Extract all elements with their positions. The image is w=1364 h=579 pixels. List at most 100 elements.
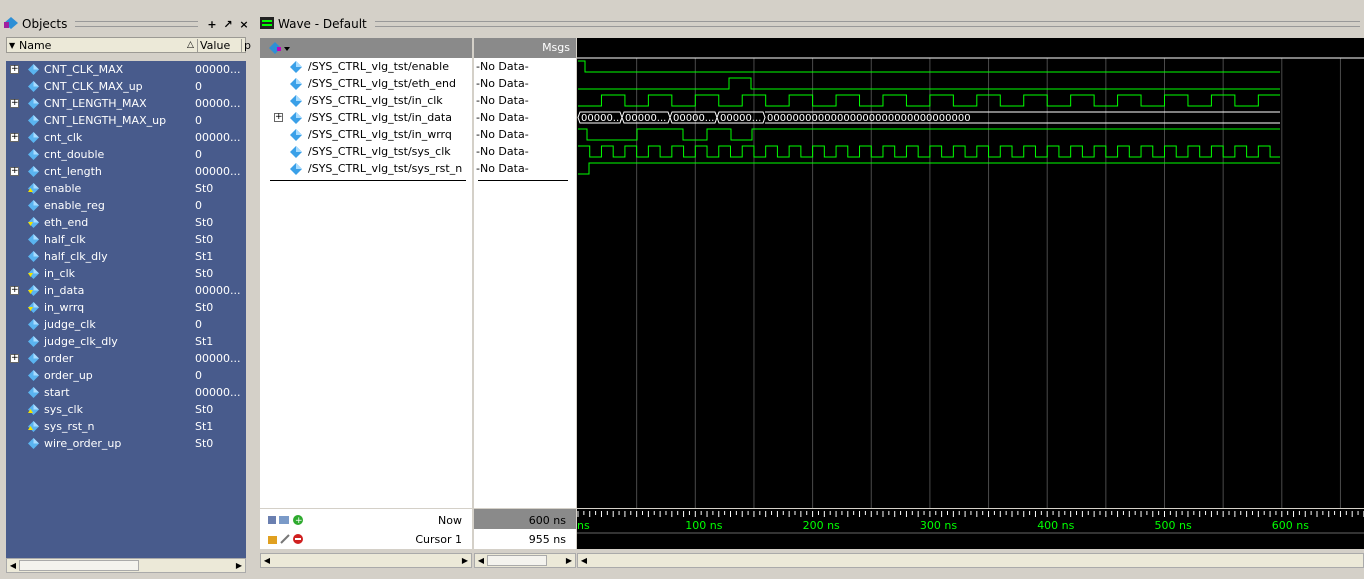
object-row[interactable]: judge_clk_dly St1	[6, 333, 246, 350]
timeline[interactable]: ns 100 ns 200 ns 300 ns 400 ns 500 ns 600 ns	[577, 509, 1364, 549]
object-row[interactable]: eth_end St0	[6, 214, 246, 231]
reg-icon	[28, 336, 39, 347]
object-row[interactable]: CNT_CLK_MAX_up 0	[6, 78, 246, 95]
object-row[interactable]: enable St0	[6, 180, 246, 197]
object-row[interactable]: order_up 0	[6, 367, 246, 384]
wave-window-icon	[260, 16, 274, 32]
object-row[interactable]: half_clk St0	[6, 231, 246, 248]
wave-layers-icon[interactable]	[268, 41, 290, 58]
column-name[interactable]: Name	[19, 39, 51, 52]
expand-icon[interactable]: +	[10, 354, 19, 363]
object-row[interactable]: + cnt_length 00000...	[6, 163, 246, 180]
sort-arrow-icon[interactable]: ▼	[9, 41, 15, 50]
expand-icon[interactable]: +	[10, 133, 19, 142]
wave-in-clk	[578, 94, 1280, 107]
object-row[interactable]: sys_rst_n St1	[6, 418, 246, 435]
scroll-right-icon[interactable]: ▶	[233, 561, 245, 570]
object-value: St1	[195, 250, 214, 263]
param-icon	[28, 64, 39, 75]
wave-hscrollbar[interactable]: ◀	[577, 553, 1364, 568]
signal-row[interactable]: /SYS_CTRL_vlg_tst/sys_rst_n	[260, 160, 472, 177]
bus-value: 00000...	[625, 113, 666, 124]
object-value: St0	[195, 403, 214, 416]
scroll-thumb[interactable]	[19, 560, 139, 571]
wave-titlebar[interactable]: Wave - Default	[256, 15, 1364, 33]
signal-row[interactable]: /SYS_CTRL_vlg_tst/in_clk	[260, 92, 472, 109]
object-name: CNT_CLK_MAX	[44, 63, 124, 76]
scroll-thumb[interactable]	[487, 555, 547, 566]
expand-icon[interactable]: +	[10, 65, 19, 74]
cursor-toolbar-icons[interactable]	[268, 533, 308, 548]
scroll-left-icon[interactable]: ◀	[578, 556, 590, 565]
drag-grip[interactable]	[75, 21, 198, 27]
now-cursor-labels: + Now Cursor 1	[260, 509, 472, 549]
expand-icon[interactable]: +	[10, 167, 19, 176]
signal-row[interactable]: /SYS_CTRL_vlg_tst/eth_end	[260, 75, 472, 92]
wave-title: Wave - Default	[278, 17, 367, 31]
timeline-ruler[interactable]: ns 100 ns 200 ns 300 ns 400 ns 500 ns 600 ns	[577, 509, 1364, 549]
cursor-value[interactable]: 955 ns	[529, 533, 566, 546]
object-row[interactable]: wire_order_up St0	[6, 435, 246, 452]
reg-icon	[28, 200, 39, 211]
expand-icon[interactable]: +	[274, 113, 283, 122]
object-row[interactable]: + CNT_LENGTH_MAX 00000...	[6, 95, 246, 112]
object-row[interactable]: CNT_LENGTH_MAX_up 0	[6, 112, 246, 129]
object-value: 0	[195, 114, 202, 127]
bus-value: 00000...	[673, 113, 714, 124]
object-row[interactable]: start 00000...	[6, 384, 246, 401]
object-row[interactable]: + order 00000...	[6, 350, 246, 367]
object-value: 00000...	[195, 165, 241, 178]
waveform-pane[interactable]: 00000... 00000... 00000... 00000... 00000000…	[577, 38, 1364, 508]
signal-path: /SYS_CTRL_vlg_tst/sys_clk	[308, 145, 451, 158]
input-icon	[28, 183, 39, 194]
input-icon	[28, 421, 39, 432]
signal-msg: -No Data-	[476, 94, 529, 107]
wave-enable	[578, 60, 1280, 73]
signal-row[interactable]: + /SYS_CTRL_vlg_tst/in_data	[260, 109, 472, 126]
signal-msg: -No Data-	[476, 128, 529, 141]
object-name: sys_clk	[44, 403, 83, 416]
scroll-right-icon[interactable]: ▶	[459, 556, 471, 565]
waveform-canvas[interactable]: 00000... 00000... 00000... 00000... 00000000…	[577, 38, 1364, 508]
reg-icon	[28, 251, 39, 262]
now-toolbar-icons[interactable]: +	[268, 514, 308, 529]
scroll-left-icon[interactable]: ◀	[7, 561, 19, 570]
add-icon[interactable]: +	[206, 18, 218, 31]
cursor-label[interactable]: Cursor 1	[415, 533, 462, 546]
object-row[interactable]: in_clk St0	[6, 265, 246, 282]
object-row[interactable]: enable_reg 0	[6, 197, 246, 214]
object-row[interactable]: judge_clk 0	[6, 316, 246, 333]
column-extra[interactable]: p	[241, 38, 251, 52]
expand-icon[interactable]: +	[10, 99, 19, 108]
column-value[interactable]: Value	[197, 38, 230, 52]
names-hscrollbar[interactable]: ◀ ▶	[260, 553, 472, 568]
object-row[interactable]: + in_data 00000...	[6, 282, 246, 299]
expand-icon[interactable]: +	[10, 286, 19, 295]
object-row[interactable]: in_wrrq St0	[6, 299, 246, 316]
objects-hscrollbar[interactable]: ◀ ▶	[6, 558, 246, 573]
scroll-left-icon[interactable]: ◀	[475, 556, 487, 565]
wave-drag-grip[interactable]	[374, 21, 1360, 27]
objects-panel: Objects + ↗ × ▼ Name △ Value p + CNT_CLK_…	[0, 15, 251, 579]
signal-row[interactable]: /SYS_CTRL_vlg_tst/in_wrrq	[260, 126, 472, 143]
object-row[interactable]: sys_clk St0	[6, 401, 246, 418]
values-hscrollbar[interactable]: ◀ ▶	[474, 553, 576, 568]
object-row[interactable]: + cnt_clk 00000...	[6, 129, 246, 146]
object-name: wire_order_up	[44, 437, 122, 450]
undock-icon[interactable]: ↗	[222, 18, 234, 31]
wave-toolbar-header	[260, 38, 472, 58]
scroll-right-icon[interactable]: ▶	[563, 556, 575, 565]
bus-value: 00000...	[720, 113, 761, 124]
close-icon[interactable]: ×	[238, 18, 250, 31]
scroll-left-icon[interactable]: ◀	[261, 556, 273, 565]
object-row[interactable]: half_clk_dly St1	[6, 248, 246, 265]
objects-titlebar[interactable]: Objects + ↗ ×	[0, 15, 250, 33]
signal-row[interactable]: /SYS_CTRL_vlg_tst/sys_clk	[260, 143, 472, 160]
object-row[interactable]: + CNT_CLK_MAX 00000...	[6, 61, 246, 78]
object-row[interactable]: cnt_double 0	[6, 146, 246, 163]
object-name: judge_clk	[44, 318, 96, 331]
object-value: 00000...	[195, 352, 241, 365]
object-name: order_up	[44, 369, 93, 382]
signal-row[interactable]: /SYS_CTRL_vlg_tst/enable	[260, 58, 472, 75]
signal-icon	[290, 129, 302, 144]
